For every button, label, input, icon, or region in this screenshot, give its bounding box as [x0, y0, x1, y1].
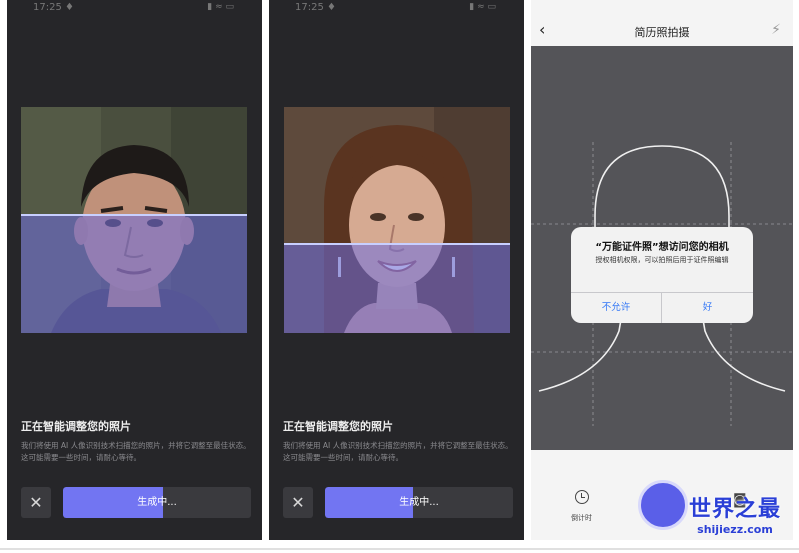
deny-button[interactable]: 不允许	[571, 292, 661, 323]
camera-permission-dialog: “万能证件照”想访问您的相机 授权相机权限，可以拍照后用于证件照编辑 不允许 好	[571, 227, 753, 323]
flash-off-icon[interactable]: ⚡	[771, 22, 781, 38]
close-button[interactable]: ✕	[283, 487, 313, 518]
watermark-url: shijiezz.com	[697, 523, 773, 536]
progress-label: 生成中...	[399, 497, 439, 508]
scan-overlay	[21, 215, 247, 333]
close-icon: ✕	[291, 493, 305, 512]
status-icons: ▮ ≈ ▭	[207, 2, 234, 12]
divider	[0, 548, 799, 550]
page-title: 正在智能调整您的照片	[21, 420, 131, 433]
generating-progress-button[interactable]: 生成中...	[63, 487, 251, 518]
timer-icon[interactable]	[575, 490, 589, 504]
face-photo	[21, 107, 247, 333]
generating-progress-button[interactable]: 生成中...	[325, 487, 513, 518]
nav-bar: ‹ 简历照拍摄 ⚡	[531, 0, 793, 46]
scan-line	[21, 214, 247, 216]
page-title: 简历照拍摄	[634, 26, 690, 39]
close-button[interactable]: ✕	[21, 487, 51, 518]
status-time: 17:25 ♦	[295, 2, 336, 13]
watermark-title: 世界之最	[688, 497, 781, 522]
camera-screen: ‹ 简历照拍摄 ⚡ “万能证件照”想访问您的相机 授权相机权限，可以拍照后用于证…	[531, 0, 793, 540]
close-icon: ✕	[29, 493, 43, 512]
watermark: 世界之最 shijiezz.com	[675, 497, 795, 537]
dialog-title: “万能证件照”想访问您的相机	[595, 242, 729, 253]
dialog-message: 授权相机权限，可以拍照后用于证件照编辑	[595, 256, 729, 264]
scan-line	[284, 243, 510, 245]
page-title: 正在智能调整您的照片	[283, 420, 393, 433]
face-photo	[284, 107, 510, 333]
screen-1: 17:25 ♦ ▮ ≈ ▭ 正在智能调整您的照片 我们将使用 AI 人像识别技术…	[7, 0, 262, 540]
scan-overlay	[284, 244, 510, 333]
status-time: 17:25 ♦	[33, 2, 74, 13]
page-description: 我们将使用 AI 人像识别技术扫描您的照片，并将它调整至最佳状态。这可能需要一些…	[21, 441, 251, 462]
status-icons: ▮ ≈ ▭	[469, 2, 496, 12]
screen-2: 17:25 ♦ ▮ ≈ ▭ 正在智能调整您的照片 我们将使用 AI 人像识别技术…	[269, 0, 524, 540]
page-description: 我们将使用 AI 人像识别技术扫描您的照片，并将它调整至最佳状态。这可能需要一些…	[283, 441, 513, 462]
allow-button[interactable]: 好	[662, 292, 753, 323]
progress-label: 生成中...	[137, 497, 177, 508]
timer-label: 倒计时	[571, 514, 592, 522]
